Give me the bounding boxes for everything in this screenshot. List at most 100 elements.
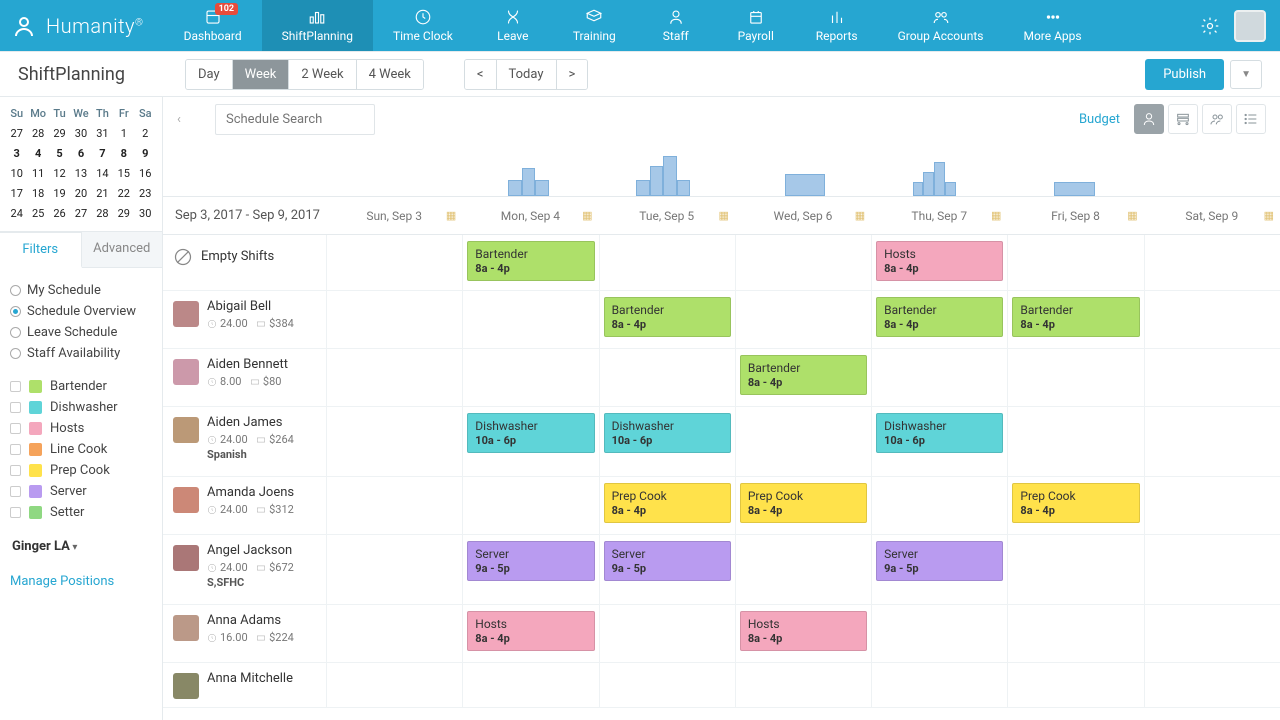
day-cell[interactable]	[462, 349, 598, 406]
day-cell[interactable]	[462, 663, 598, 707]
cal-day[interactable]: 20	[70, 183, 91, 203]
staff-name[interactable]: Aiden Bennett	[207, 357, 288, 372]
day-cell[interactable]	[735, 407, 871, 476]
cal-day[interactable]: 31	[92, 123, 113, 143]
day-cell[interactable]	[1144, 407, 1280, 476]
day-cell[interactable]	[326, 291, 462, 348]
shift-block[interactable]: Server9a - 5p	[467, 541, 594, 581]
day-cell[interactable]	[462, 477, 598, 534]
view-option-my-schedule[interactable]: My Schedule	[10, 280, 152, 301]
day-cell[interactable]	[1144, 291, 1280, 348]
day-cell[interactable]: Bartender8a - 4p	[599, 291, 735, 348]
cal-day[interactable]: 19	[49, 183, 70, 203]
day-cell[interactable]	[871, 605, 1007, 662]
cal-day[interactable]: 21	[92, 183, 113, 203]
nav-leave[interactable]: Leave	[473, 0, 553, 51]
nav-reports[interactable]: Reports	[796, 0, 878, 51]
day-cell[interactable]	[462, 291, 598, 348]
shift-block[interactable]: Hosts8a - 4p	[740, 611, 867, 651]
day-cell[interactable]	[1007, 663, 1143, 707]
nav-payroll[interactable]: Payroll	[716, 0, 796, 51]
cal-day[interactable]: 30	[70, 123, 91, 143]
cal-day[interactable]: 18	[27, 183, 48, 203]
day-cell[interactable]: Bartender8a - 4p	[735, 349, 871, 406]
cal-day[interactable]: 3	[6, 143, 27, 163]
day-cell[interactable]	[1144, 349, 1280, 406]
shift-block[interactable]: Server9a - 5p	[604, 541, 731, 581]
staff-avatar[interactable]	[173, 615, 199, 641]
day-cell[interactable]: Server9a - 5p	[462, 535, 598, 604]
manage-positions-link[interactable]: Manage Positions	[0, 564, 162, 599]
nav-group-accounts[interactable]: Group Accounts	[878, 0, 1004, 51]
settings-icon[interactable]	[1200, 16, 1220, 36]
cal-day[interactable]: 24	[6, 203, 27, 223]
day-cell[interactable]	[326, 605, 462, 662]
day-cell[interactable]	[1007, 407, 1143, 476]
prev-button[interactable]: <	[465, 60, 497, 89]
position-filter-hosts[interactable]: Hosts	[10, 418, 152, 439]
day-cell[interactable]: Hosts8a - 4p	[735, 605, 871, 662]
position-filter-prep-cook[interactable]: Prep Cook	[10, 460, 152, 481]
staff-name[interactable]: Amanda Joens	[207, 485, 294, 500]
shift-block[interactable]: Bartender8a - 4p	[1012, 297, 1139, 337]
day-cell[interactable]	[1007, 349, 1143, 406]
period-week[interactable]: Week	[233, 60, 290, 89]
tab-filters[interactable]: Filters	[0, 232, 82, 268]
day-cell[interactable]	[871, 477, 1007, 534]
period-day[interactable]: Day	[186, 60, 233, 89]
cal-day[interactable]: 1	[113, 123, 134, 143]
day-cell[interactable]	[735, 235, 871, 290]
staff-avatar[interactable]	[173, 545, 199, 571]
cal-day[interactable]: 8	[113, 143, 134, 163]
day-cell[interactable]: Dishwasher10a - 6p	[462, 407, 598, 476]
period-2-week[interactable]: 2 Week	[289, 60, 356, 89]
day-cell[interactable]: Server9a - 5p	[871, 535, 1007, 604]
shift-block[interactable]: Bartender8a - 4p	[604, 297, 731, 337]
logo[interactable]: Humanity®	[0, 0, 164, 51]
staff-avatar[interactable]	[173, 359, 199, 385]
shift-block[interactable]: Hosts8a - 4p	[467, 611, 594, 651]
cal-day[interactable]: 25	[27, 203, 48, 223]
staff-name[interactable]: Anna Mitchelle	[207, 671, 293, 686]
cal-day[interactable]: 27	[6, 123, 27, 143]
day-cell[interactable]	[326, 235, 462, 290]
shift-block[interactable]: Prep Cook8a - 4p	[1012, 483, 1139, 523]
staff-name[interactable]: Abigail Bell	[207, 299, 294, 314]
day-cell[interactable]: Hosts8a - 4p	[462, 605, 598, 662]
nav-staff[interactable]: Staff	[636, 0, 716, 51]
cal-day[interactable]: 4	[27, 143, 48, 163]
cal-day[interactable]: 28	[27, 123, 48, 143]
view-employee-icon[interactable]	[1134, 104, 1164, 134]
position-filter-line-cook[interactable]: Line Cook	[10, 439, 152, 460]
today-button[interactable]: Today	[497, 60, 557, 89]
day-cell[interactable]	[1007, 235, 1143, 290]
view-visual-icon[interactable]	[1202, 104, 1232, 134]
position-filter-server[interactable]: Server	[10, 481, 152, 502]
day-cell[interactable]	[735, 535, 871, 604]
view-option-schedule-overview[interactable]: Schedule Overview	[10, 301, 152, 322]
day-cell[interactable]	[599, 605, 735, 662]
cal-day[interactable]: 29	[113, 203, 134, 223]
day-cell[interactable]	[326, 407, 462, 476]
staff-avatar[interactable]	[173, 301, 199, 327]
nav-shiftplanning[interactable]: ShiftPlanning	[262, 0, 373, 51]
staff-avatar[interactable]	[173, 487, 199, 513]
view-list-icon[interactable]	[1236, 104, 1266, 134]
staff-avatar[interactable]	[173, 417, 199, 443]
day-cell[interactable]	[599, 663, 735, 707]
staff-name[interactable]: Angel Jackson	[207, 543, 294, 558]
shift-block[interactable]: Bartender8a - 4p	[740, 355, 867, 395]
day-cell[interactable]: Bartender8a - 4p	[871, 291, 1007, 348]
nav-more-apps[interactable]: More Apps	[1003, 0, 1101, 51]
user-avatar[interactable]	[1234, 10, 1266, 42]
cal-day[interactable]: 2	[135, 123, 156, 143]
collapse-sidebar-icon[interactable]: ‹	[177, 112, 191, 127]
next-button[interactable]: >	[557, 60, 588, 89]
cal-day[interactable]: 10	[6, 163, 27, 183]
day-cell[interactable]	[1144, 605, 1280, 662]
cal-day[interactable]: 29	[49, 123, 70, 143]
cal-day[interactable]: 17	[6, 183, 27, 203]
shift-block[interactable]: Bartender8a - 4p	[467, 241, 594, 281]
cal-day[interactable]: 9	[135, 143, 156, 163]
day-cell[interactable]	[735, 291, 871, 348]
